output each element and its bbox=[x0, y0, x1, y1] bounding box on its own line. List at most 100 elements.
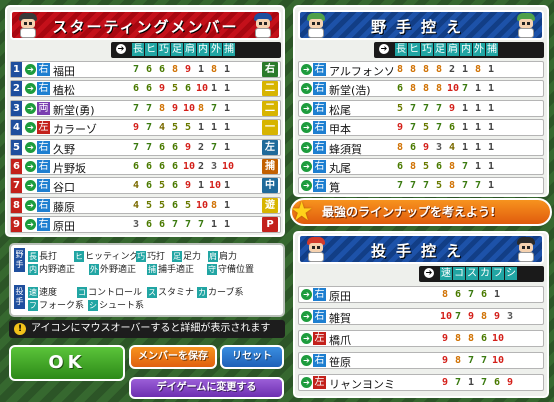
swap-arrow-icon[interactable]: ➔ bbox=[301, 180, 312, 192]
swap-arrow-icon[interactable]: ➔ bbox=[301, 161, 312, 172]
lineup-row[interactable]: 2 ➔ 右植松 6 6 9 5 6 10 1 1 二 bbox=[10, 80, 281, 98]
stat-value: 8 bbox=[467, 333, 475, 344]
legend-item: フフォーク系 bbox=[28, 298, 84, 311]
swap-arrow-icon[interactable]: ➔ bbox=[25, 122, 36, 134]
swap-arrow-icon[interactable]: ➔ bbox=[25, 64, 36, 75]
lineup-row[interactable]: ➔ 右笹原 9 8 7 7 10 bbox=[298, 352, 544, 369]
swap-arrow-icon[interactable]: ➔ bbox=[25, 141, 36, 153]
swap-arrow-icon[interactable]: ➔ bbox=[301, 377, 312, 388]
lineup-row[interactable]: 3 ➔ 両新堂(勇) 7 7 8 9 10 8 7 1 二 bbox=[10, 99, 281, 117]
stat-value: 6 bbox=[171, 199, 179, 211]
stat-value: 1 bbox=[474, 102, 482, 114]
swap-arrow-icon[interactable]: ➔ bbox=[301, 141, 312, 153]
stat-header-0: 長 bbox=[395, 43, 407, 56]
stat-value: 5 bbox=[158, 180, 166, 192]
lineup-row[interactable]: ➔ 右筧 7 7 7 5 8 7 7 1 bbox=[298, 177, 544, 195]
swap-arrow-icon[interactable]: ➔ bbox=[25, 199, 36, 211]
pitcher-avatar-right bbox=[514, 237, 538, 262]
stat-value: 9 bbox=[171, 102, 179, 114]
stat-value: 6 bbox=[145, 161, 153, 172]
legend-fielder-tag: 野手 bbox=[14, 248, 25, 272]
stat-value: 1 bbox=[197, 180, 205, 192]
swap-arrow-icon[interactable]: ➔ bbox=[301, 355, 312, 366]
lineup-row[interactable]: ➔ 右雑賀 10 7 9 8 9 3 bbox=[298, 308, 544, 325]
swap-arrow-icon[interactable]: ➔ bbox=[25, 180, 36, 192]
lineup-row[interactable]: ➔ 右松尾 5 7 7 7 9 1 1 1 bbox=[298, 99, 544, 117]
stat-value: 9 bbox=[132, 122, 140, 134]
swap-arrow-icon[interactable]: ➔ bbox=[301, 64, 312, 75]
lineup-row[interactable]: ➔ 左リャンヨンミ 9 7 1 7 6 9 bbox=[298, 374, 544, 391]
swap-arrow-icon[interactable]: ➔ bbox=[25, 83, 36, 95]
stat-value: 6 bbox=[454, 289, 462, 300]
hand-badge: 右 bbox=[313, 288, 326, 301]
swap-arrow-icon[interactable]: ➔ bbox=[301, 83, 312, 95]
stat-header-2: ス bbox=[466, 267, 478, 280]
save-members-button[interactable]: メンバーを保存 bbox=[129, 345, 217, 369]
lineup-row[interactable]: 6 ➔ 右片野坂 6 6 6 6 10 2 3 10 捕 bbox=[10, 158, 281, 175]
lineup-row[interactable]: ➔ 右蜂須賀 8 6 9 3 4 1 1 1 bbox=[298, 138, 544, 156]
hand-badge: 左 bbox=[313, 332, 326, 345]
player-name: カラーゾ bbox=[53, 123, 97, 137]
legend-item: カカーブ系 bbox=[197, 285, 243, 298]
stat-value: 10 bbox=[183, 102, 196, 114]
stat-value: 1 bbox=[487, 102, 495, 114]
stat-value: 6 bbox=[396, 83, 404, 95]
player-name: 筧 bbox=[329, 181, 340, 195]
lineup-row[interactable]: 7 ➔ 右谷口 4 6 5 6 9 1 10 1 中 bbox=[10, 177, 281, 195]
stat-value: 5 bbox=[184, 199, 192, 211]
lineup-row[interactable]: ➔ 右丸尾 6 8 5 6 8 7 1 1 bbox=[298, 158, 544, 175]
swap-arrow-icon[interactable]: ➔ bbox=[25, 161, 36, 172]
legend-text: シュート系 bbox=[99, 301, 145, 311]
hand-badge: 右 bbox=[313, 310, 326, 323]
stat-value: 8 bbox=[409, 64, 417, 75]
lineup-row[interactable]: ➔ 右アルフォンソ 8 8 8 8 2 1 8 1 bbox=[298, 61, 544, 78]
reset-button[interactable]: リセット bbox=[220, 345, 284, 369]
lineup-row[interactable]: 8 ➔ 右藤原 4 5 5 6 5 10 8 1 遊 bbox=[10, 196, 281, 214]
stat-value: 6 bbox=[145, 83, 153, 95]
stat-value: 6 bbox=[171, 161, 179, 172]
swap-arrow-icon[interactable]: ➔ bbox=[301, 289, 312, 300]
stat-value: 1 bbox=[210, 122, 218, 134]
swap-arrow-icon[interactable]: ➔ bbox=[301, 122, 312, 134]
stat-value: 1 bbox=[223, 141, 231, 153]
legend-panel: 野手 投手 長長打 ヒヒッティング巧巧打足足力肩肩力内内野適正 外外野適正捕捕手適正… bbox=[9, 243, 285, 317]
swap-arrow-icon[interactable]: ➔ bbox=[25, 102, 36, 114]
swap-arrow-icon[interactable]: ➔ bbox=[25, 219, 36, 231]
lineup-row[interactable]: 5 ➔ 右久野 7 7 6 6 9 2 7 1 左 bbox=[10, 138, 281, 156]
lineup-row[interactable]: ➔ 右甲本 9 7 5 7 6 1 1 1 bbox=[298, 119, 544, 137]
stat-value: 1 bbox=[493, 289, 501, 300]
arrow-right-icon: ➔ bbox=[116, 44, 126, 54]
stat-header-6: 外 bbox=[210, 43, 222, 56]
stat-value: 6 bbox=[480, 289, 488, 300]
info-text: アイコンにマウスオーバーすると詳細が表示されます bbox=[31, 323, 271, 334]
swap-arrow-icon[interactable]: ➔ bbox=[301, 311, 312, 322]
stat-value: 7 bbox=[145, 102, 153, 114]
hand-badge: 右 bbox=[37, 140, 50, 154]
lineup-row[interactable]: ➔ 右原田 8 6 7 6 1 bbox=[298, 286, 544, 303]
stat-value: 8 bbox=[480, 311, 488, 322]
stat-value: 1 bbox=[210, 83, 218, 95]
position-badge: P bbox=[262, 217, 278, 233]
stat-value: 1 bbox=[223, 199, 231, 211]
player-name: 藤原 bbox=[53, 200, 75, 214]
lineup-row[interactable]: 4 ➔ 左カラーゾ 9 7 4 5 5 1 1 1 一 bbox=[10, 119, 281, 137]
stat-value: 8 bbox=[171, 64, 179, 75]
stat-value: 6 bbox=[409, 141, 417, 153]
lineup-row[interactable]: 9 ➔ 右原田 3 6 6 7 7 7 1 1 P bbox=[10, 216, 281, 234]
hand-badge: 右 bbox=[313, 101, 326, 115]
stat-value: 4 bbox=[132, 199, 140, 211]
hand-badge: 右 bbox=[313, 160, 326, 173]
lineup-row[interactable]: 1 ➔ 右福田 7 6 6 8 9 1 8 1 右 bbox=[10, 61, 281, 78]
player-name: 新堂(勇) bbox=[53, 103, 95, 117]
stat-value: 5 bbox=[158, 199, 166, 211]
batting-order-number: 8 bbox=[11, 197, 22, 213]
swap-arrow-icon[interactable]: ➔ bbox=[301, 102, 312, 114]
swap-arrow-icon[interactable]: ➔ bbox=[301, 333, 312, 344]
stat-value: 1 bbox=[461, 102, 469, 114]
legend-key: ス bbox=[147, 287, 157, 298]
ok-button[interactable]: OK bbox=[9, 345, 125, 381]
stat-value: 5 bbox=[422, 122, 430, 134]
lineup-row[interactable]: ➔ 左橋爪 9 8 8 6 10 bbox=[298, 330, 544, 347]
day-game-button[interactable]: デイゲームに変更する bbox=[129, 377, 284, 399]
lineup-row[interactable]: ➔ 右新堂(浩) 6 8 8 8 10 7 1 1 bbox=[298, 80, 544, 98]
